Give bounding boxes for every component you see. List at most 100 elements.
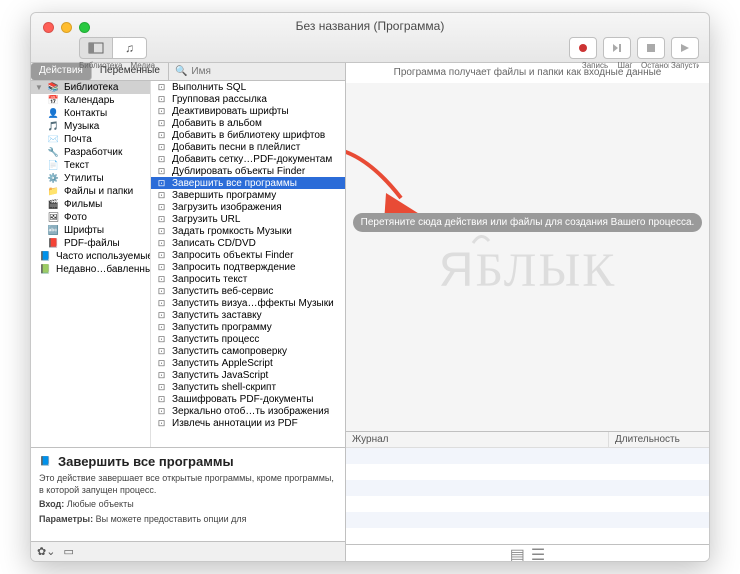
action-icon: ⊡: [155, 154, 168, 165]
action-label: Выполнить SQL: [172, 82, 246, 93]
record-button[interactable]: [569, 37, 597, 59]
category-item[interactable]: 📕PDF-файлы: [31, 237, 150, 250]
log-row: [346, 448, 709, 464]
action-icon: ⊡: [155, 118, 168, 129]
action-item[interactable]: ⊡Задать громкость Музыки: [151, 225, 345, 237]
action-item[interactable]: ⊡Зеркально отоб…ть изображения: [151, 405, 345, 417]
record-label: Запись: [581, 61, 609, 70]
action-item[interactable]: ⊡Деактивировать шрифты: [151, 105, 345, 117]
media-view-button[interactable]: ♫: [113, 37, 147, 59]
category-label: Разработчик: [64, 147, 122, 158]
action-label: Дублировать объекты Finder: [172, 166, 305, 177]
action-label: Добавить сетку…PDF-документам: [172, 154, 332, 165]
action-item[interactable]: ⊡Зашифровать PDF-документы: [151, 393, 345, 405]
workflow-canvas[interactable]: Перетяните сюда действия или файлы для с…: [346, 83, 709, 431]
stop-button[interactable]: [637, 37, 665, 59]
workflow-pane: Программа получает файлы и папки как вхо…: [346, 63, 709, 561]
log-alt-view-icon[interactable]: ☰: [531, 545, 545, 562]
category-item[interactable]: 🖼Фото: [31, 211, 150, 224]
info-description: Это действие завершает все открытые прог…: [39, 473, 337, 496]
action-icon: ⊡: [155, 394, 168, 405]
action-label: Запустить AppleScript: [172, 358, 273, 369]
action-item[interactable]: ⊡Запустить визуа…ффекты Музыки: [151, 297, 345, 309]
music-note-icon: ♫: [125, 41, 134, 55]
action-item[interactable]: ⊡Запустить заставку: [151, 309, 345, 321]
category-label: Недавно…бавленные: [56, 264, 150, 275]
action-label: Запустить JavaScript: [172, 370, 268, 381]
category-item[interactable]: 📅Календарь: [31, 94, 150, 107]
step-button[interactable]: [603, 37, 631, 59]
search-field[interactable]: 🔍: [169, 63, 345, 80]
action-item[interactable]: ⊡Дублировать объекты Finder: [151, 165, 345, 177]
action-label: Добавить в альбом: [172, 118, 262, 129]
action-item[interactable]: ⊡Запустить AppleScript: [151, 357, 345, 369]
log-row: [346, 464, 709, 480]
action-item[interactable]: ⊡Групповая рассылка: [151, 93, 345, 105]
action-item[interactable]: ⊡ Загрузить изображения: [151, 201, 345, 213]
action-item[interactable]: ⊡Запустить shell-скрипт: [151, 381, 345, 393]
action-icon: ⊡: [155, 382, 168, 393]
action-item[interactable]: ⊡Запросить объекты Finder: [151, 249, 345, 261]
category-item[interactable]: ▼📚Библиотека: [31, 81, 150, 94]
search-input[interactable]: [191, 66, 339, 77]
action-icon: ⊡: [155, 202, 168, 213]
action-item[interactable]: ⊡ Выполнить SQL: [151, 81, 345, 93]
category-item[interactable]: 🎵Музыка: [31, 120, 150, 133]
category-label: Контакты: [64, 108, 107, 119]
action-icon: ⊡: [155, 214, 168, 225]
action-item[interactable]: ⊡Завершить все программы: [151, 177, 345, 189]
action-item[interactable]: ⊡ Добавить в альбом: [151, 117, 345, 129]
stop-label: Остановить: [641, 61, 669, 70]
category-column[interactable]: ▼📚Библиотека📅Календарь👤Контакты🎵Музыка✉️…: [31, 81, 151, 447]
log-header: Журнал Длительность: [346, 432, 709, 448]
category-label: Фото: [64, 212, 87, 223]
log-row: [346, 480, 709, 496]
action-icon: ⊡: [155, 82, 168, 93]
gear-icon[interactable]: ✿⌄: [37, 545, 55, 558]
info-params-value: Вы можете предоставить опции для: [96, 514, 247, 524]
log-view-icon[interactable]: ▤: [510, 545, 525, 562]
category-item[interactable]: 📁Файлы и папки: [31, 185, 150, 198]
log-row: [346, 512, 709, 528]
category-item[interactable]: 👤Контакты: [31, 107, 150, 120]
category-icon: 🔤: [47, 225, 60, 236]
category-item[interactable]: 🎬Фильмы: [31, 198, 150, 211]
action-label: Задать громкость Музыки: [172, 226, 292, 237]
action-item[interactable]: ⊡Запустить программу: [151, 321, 345, 333]
action-item[interactable]: ⊡Завершить программу: [151, 189, 345, 201]
action-icon: ⊡: [155, 346, 168, 357]
log-body: [346, 448, 709, 544]
category-item[interactable]: ⚙️Утилиты: [31, 172, 150, 185]
action-item[interactable]: ⊡Добавить в библиотеку шрифтов: [151, 129, 345, 141]
category-label: Музыка: [64, 121, 99, 132]
action-item[interactable]: ⊡ Добавить сетку…PDF-документам: [151, 153, 345, 165]
action-item[interactable]: ⊡Запустить процесс: [151, 333, 345, 345]
step-label: Шаг: [611, 61, 639, 70]
action-item[interactable]: ⊡Запросить подтверждение: [151, 261, 345, 273]
action-item[interactable]: ⊡Записать CD/DVD: [151, 237, 345, 249]
action-item[interactable]: ⊡Запустить веб-сервис: [151, 285, 345, 297]
action-item[interactable]: ⊡Запросить текст: [151, 273, 345, 285]
action-column[interactable]: ⊡ Выполнить SQL⊡Групповая рассылка⊡Деакти…: [151, 81, 345, 447]
action-item[interactable]: ⊡Запустить JavaScript: [151, 369, 345, 381]
log-col-journal[interactable]: Журнал: [346, 432, 609, 447]
action-item[interactable]: ⊡Добавить песни в плейлист: [151, 141, 345, 153]
log-col-duration[interactable]: Длительность: [609, 432, 709, 447]
action-label: Загрузить изображения: [172, 202, 282, 213]
category-item[interactable]: 📄Текст: [31, 159, 150, 172]
category-item[interactable]: 📘Часто используемые: [31, 250, 150, 263]
category-item[interactable]: 📗Недавно…бавленные: [31, 263, 150, 276]
category-icon: 🎬: [47, 199, 60, 210]
category-icon: 📅: [47, 95, 60, 106]
action-item[interactable]: ⊡Запустить самопроверку: [151, 345, 345, 357]
action-item[interactable]: ⊡Извлечь аннотации из PDF: [151, 417, 345, 429]
category-label: Почта: [64, 134, 92, 145]
run-button[interactable]: [671, 37, 699, 59]
toggle-info-icon[interactable]: ▭: [63, 545, 73, 558]
category-item[interactable]: ✉️Почта: [31, 133, 150, 146]
action-icon: ⊡: [155, 250, 168, 261]
category-item[interactable]: 🔧Разработчик: [31, 146, 150, 159]
category-item[interactable]: 🔤Шрифты: [31, 224, 150, 237]
action-item[interactable]: ⊡Загрузить URL: [151, 213, 345, 225]
library-view-button[interactable]: [79, 37, 113, 59]
